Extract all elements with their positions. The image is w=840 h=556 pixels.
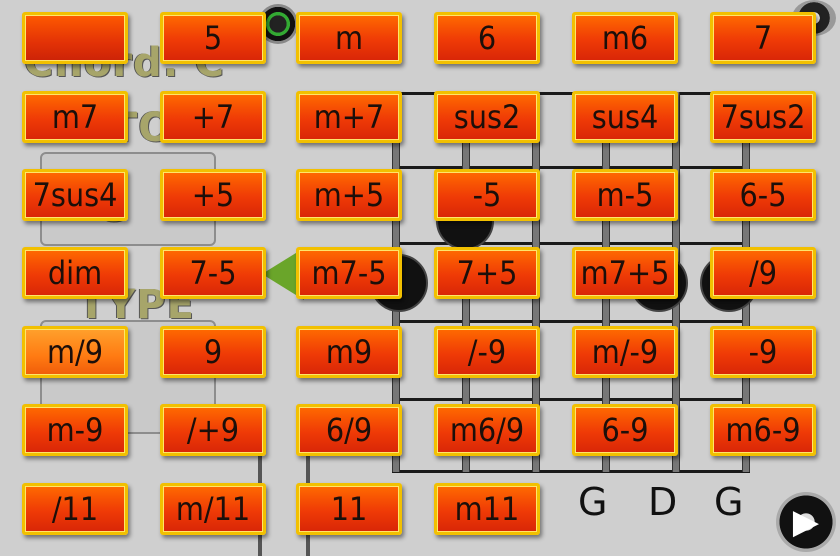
- tuning-string-1: G: [578, 480, 608, 524]
- chord-button[interactable]: 6/9: [296, 404, 402, 456]
- tuning-string-2: D: [648, 480, 678, 524]
- chord-button[interactable]: m/-9: [572, 326, 678, 378]
- chord-button[interactable]: 6-5: [710, 169, 816, 221]
- chord-button[interactable]: m7: [22, 91, 128, 143]
- chord-button[interactable]: [22, 12, 128, 64]
- chord-button[interactable]: m11: [434, 483, 540, 535]
- tuning-string-3: G: [714, 480, 744, 524]
- chord-button[interactable]: 7sus4: [22, 169, 128, 221]
- chord-button[interactable]: /+9: [160, 404, 266, 456]
- chord-button[interactable]: m+5: [296, 169, 402, 221]
- chord-button[interactable]: +7: [160, 91, 266, 143]
- chord-button[interactable]: m9: [296, 326, 402, 378]
- chord-button[interactable]: 7sus2: [710, 91, 816, 143]
- chord-button[interactable]: m: [296, 12, 402, 64]
- play-next-button[interactable]: ▶: [776, 492, 836, 552]
- chord-button[interactable]: +5: [160, 169, 266, 221]
- chord-button[interactable]: dim: [22, 247, 128, 299]
- chord-button[interactable]: m7-5: [296, 247, 402, 299]
- chord-button[interactable]: 5: [160, 12, 266, 64]
- chord-button[interactable]: 7+5: [434, 247, 540, 299]
- chord-button[interactable]: m6-9: [710, 404, 816, 456]
- chord-button[interactable]: m6/9: [434, 404, 540, 456]
- chord-button[interactable]: m6: [572, 12, 678, 64]
- chord-button[interactable]: -5: [434, 169, 540, 221]
- chord-button[interactable]: m7+5: [572, 247, 678, 299]
- chord-button[interactable]: 6-9: [572, 404, 678, 456]
- chord-button[interactable]: 6: [434, 12, 540, 64]
- chord-button[interactable]: -9: [710, 326, 816, 378]
- chord-button[interactable]: 9: [160, 326, 266, 378]
- chord-button[interactable]: m/9: [22, 326, 128, 378]
- chord-button[interactable]: 7: [710, 12, 816, 64]
- chord-button[interactable]: m/11: [160, 483, 266, 535]
- chord-button[interactable]: m-9: [22, 404, 128, 456]
- chord-button[interactable]: 7-5: [160, 247, 266, 299]
- chord-button[interactable]: sus4: [572, 91, 678, 143]
- chord-button[interactable]: /9: [710, 247, 816, 299]
- play-next-icon: ▶: [792, 502, 820, 542]
- chord-button[interactable]: sus2: [434, 91, 540, 143]
- chord-button[interactable]: /11: [22, 483, 128, 535]
- chord-button[interactable]: m+7: [296, 91, 402, 143]
- chord-button[interactable]: /-9: [434, 326, 540, 378]
- chord-button[interactable]: 11: [296, 483, 402, 535]
- chord-button[interactable]: m-5: [572, 169, 678, 221]
